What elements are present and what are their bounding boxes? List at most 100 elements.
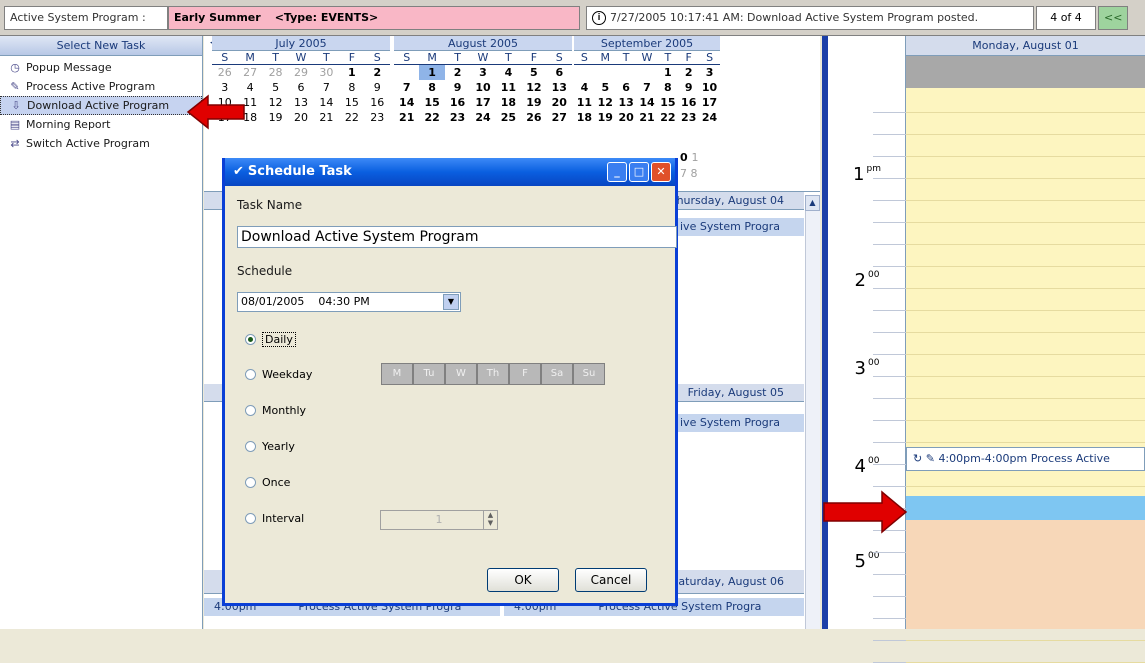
calendar-day[interactable]: 16: [445, 95, 470, 110]
calendar-day[interactable]: 8: [339, 80, 364, 95]
calendar-day[interactable]: 21: [394, 110, 419, 125]
calendar-day[interactable]: 18: [574, 110, 595, 125]
task-popup-message[interactable]: ◷ Popup Message: [0, 58, 202, 77]
calendar-day[interactable]: 15: [419, 95, 444, 110]
radio-button[interactable]: [245, 513, 256, 524]
weekday-button-w[interactable]: W: [445, 363, 477, 385]
calendar-day[interactable]: 12: [521, 80, 546, 95]
calendar-day[interactable]: 22: [339, 110, 364, 125]
calendar-day[interactable]: 10: [470, 80, 495, 95]
calendar-day[interactable]: 13: [288, 95, 313, 110]
ok-button[interactable]: OK: [487, 568, 559, 592]
calendar-day[interactable]: 6: [547, 65, 572, 80]
calendar-day[interactable]: 30: [314, 65, 339, 80]
calendar-day[interactable]: 15: [339, 95, 364, 110]
radio-once[interactable]: Once: [245, 476, 290, 489]
event-friday[interactable]: ive System Progra: [674, 414, 804, 432]
calendar-day[interactable]: 19: [595, 110, 616, 125]
calendar-day[interactable]: 10: [699, 80, 720, 95]
calendar-day[interactable]: 9: [365, 80, 390, 95]
after-hours-area[interactable]: [906, 520, 1145, 629]
calendar-day[interactable]: 16: [365, 95, 390, 110]
calendar-day[interactable]: 7: [637, 80, 658, 95]
calendar-day[interactable]: 23: [678, 110, 699, 125]
calendar-day[interactable]: 23: [365, 110, 390, 125]
calendar-day[interactable]: 5: [595, 80, 616, 95]
calendar-day[interactable]: 3: [470, 65, 495, 80]
calendar-day[interactable]: 20: [616, 110, 637, 125]
calendar-day[interactable]: 9: [445, 80, 470, 95]
calendar-day[interactable]: 11: [496, 80, 521, 95]
calendar-day[interactable]: 8: [657, 80, 678, 95]
calendar-day[interactable]: 1: [339, 65, 364, 80]
calendar-day[interactable]: 9: [678, 80, 699, 95]
calendar-day[interactable]: 14: [637, 95, 658, 110]
calendar-day[interactable]: 15: [657, 95, 678, 110]
calendar-day[interactable]: 11: [574, 95, 595, 110]
weekday-button-th[interactable]: Th: [477, 363, 509, 385]
calendar-day[interactable]: 22: [657, 110, 678, 125]
calendar-day[interactable]: 1: [419, 65, 445, 80]
radio-monthly[interactable]: Monthly: [245, 404, 306, 417]
calendar-day[interactable]: 4: [574, 80, 595, 95]
weekday-button-su[interactable]: Su: [573, 363, 605, 385]
calendar-day[interactable]: 4: [496, 65, 521, 80]
calendar-day[interactable]: 17: [699, 95, 720, 110]
weekday-button-sa[interactable]: Sa: [541, 363, 573, 385]
task-download-active-program[interactable]: ⇩ Download Active Program: [0, 96, 202, 115]
dialog-title-bar[interactable]: ✔ Schedule Task _ □ ✕: [225, 158, 675, 186]
spin-arrows-icon[interactable]: ▲ ▼: [483, 511, 497, 529]
calendar-day[interactable]: 26: [521, 110, 546, 125]
event-thursday[interactable]: ive System Progra: [674, 218, 804, 236]
calendar-day[interactable]: 24: [470, 110, 495, 125]
radio-yearly[interactable]: Yearly: [245, 440, 295, 453]
radio-button[interactable]: [245, 441, 256, 452]
task-morning-report[interactable]: ▤ Morning Report: [0, 115, 202, 134]
radio-button[interactable]: [245, 405, 256, 416]
calendar-day[interactable]: 28: [263, 65, 288, 80]
task-switch-active-program[interactable]: ⇄ Switch Active Program: [0, 134, 202, 153]
calendar-day[interactable]: 6: [616, 80, 637, 95]
selected-time-slot[interactable]: [906, 496, 1145, 520]
close-button[interactable]: ✕: [651, 162, 671, 182]
radio-button[interactable]: [245, 369, 256, 380]
radio-button[interactable]: [245, 334, 256, 345]
calendar-day[interactable]: 25: [496, 110, 521, 125]
calendar-day[interactable]: 2: [365, 65, 390, 80]
calendar-day[interactable]: 12: [263, 95, 288, 110]
calendar-day[interactable]: 24: [699, 110, 720, 125]
task-name-input[interactable]: Download Active System Program: [237, 226, 677, 248]
calendar-day[interactable]: 29: [288, 65, 313, 80]
calendar-day[interactable]: 14: [394, 95, 419, 110]
calendar-day[interactable]: 13: [616, 95, 637, 110]
weekday-button-m[interactable]: M: [381, 363, 413, 385]
calendar-day[interactable]: 18: [496, 95, 521, 110]
radio-interval[interactable]: Interval: [245, 512, 304, 525]
back-button[interactable]: <<: [1098, 6, 1128, 30]
calendar-day[interactable]: 20: [547, 95, 572, 110]
vertical-scrollbar[interactable]: [805, 195, 820, 629]
calendar-day[interactable]: 16: [678, 95, 699, 110]
calendar-day[interactable]: 13: [547, 80, 572, 95]
cancel-button[interactable]: Cancel: [575, 568, 647, 592]
minimize-button[interactable]: _: [607, 162, 627, 182]
weekday-button-f[interactable]: F: [509, 363, 541, 385]
weekday-button-tu[interactable]: Tu: [413, 363, 445, 385]
calendar-day[interactable]: 17: [470, 95, 495, 110]
calendar-day[interactable]: 1: [657, 65, 678, 80]
calendar-day[interactable]: 12: [595, 95, 616, 110]
interval-stepper[interactable]: 1 ▲ ▼: [380, 510, 498, 530]
calendar-day[interactable]: 6: [288, 80, 313, 95]
calendar-day[interactable]: 5: [521, 65, 546, 80]
calendar-day[interactable]: 5: [263, 80, 288, 95]
calendar-day[interactable]: 27: [547, 110, 572, 125]
calendar-day[interactable]: 3: [699, 65, 720, 80]
calendar-day[interactable]: 8: [419, 80, 444, 95]
calendar-day[interactable]: 7: [394, 80, 419, 95]
calendar-day[interactable]: 3: [212, 80, 237, 95]
radio-daily[interactable]: Daily: [245, 332, 296, 347]
scheduled-event[interactable]: ↻ ✎ 4:00pm-4:00pm Process Active: [906, 447, 1145, 471]
calendar-day[interactable]: 20: [288, 110, 313, 125]
calendar-day[interactable]: 23: [445, 110, 470, 125]
calendar-day[interactable]: 19: [263, 110, 288, 125]
